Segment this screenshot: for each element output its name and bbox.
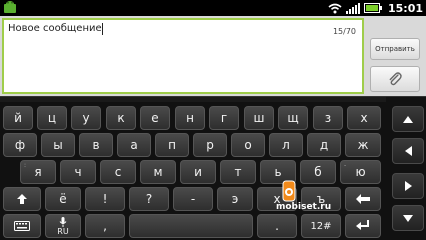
key[interactable]: ш (244, 106, 274, 130)
key[interactable]: и (180, 160, 216, 184)
key[interactable]: - (173, 187, 213, 211)
voice-input-key[interactable]: RU (45, 214, 81, 238)
period-key[interactable]: . (257, 214, 297, 238)
key[interactable]: х (347, 106, 381, 130)
character-counter: 15/70 (332, 27, 356, 36)
key[interactable]: в (79, 133, 113, 157)
symbols-key[interactable]: 12# (301, 214, 341, 238)
key[interactable]: а (117, 133, 151, 157)
key[interactable]: ц (37, 106, 67, 130)
key[interactable]: э (217, 187, 253, 211)
keyboard: й ц у к е н г ш щ з х ф ы в а п р о л д … (0, 96, 426, 240)
key[interactable]: ? (129, 187, 169, 211)
key[interactable]: з (313, 106, 343, 130)
key[interactable]: й (3, 106, 33, 130)
key[interactable]: о (231, 133, 265, 157)
shift-key[interactable] (3, 187, 41, 211)
key[interactable]: ё (45, 187, 81, 211)
shift-icon (17, 194, 27, 204)
paperclip-icon (389, 72, 402, 86)
key[interactable]: п (155, 133, 189, 157)
compose-area: Новое сообщение 15/70 Отправить (0, 16, 426, 96)
clock: 15:01 (387, 1, 423, 15)
arrow-up-icon (403, 115, 413, 123)
key[interactable]: л (269, 133, 303, 157)
key[interactable]: м (140, 160, 176, 184)
key[interactable]: ы (41, 133, 75, 157)
key[interactable]: д (307, 133, 341, 157)
message-input[interactable]: Новое сообщение 15/70 (2, 18, 364, 94)
key[interactable]: ч (60, 160, 96, 184)
key[interactable]: р (193, 133, 227, 157)
key[interactable]: н (175, 106, 205, 130)
status-bar: 15:01 (0, 0, 426, 16)
key-hint: - (344, 162, 347, 169)
enter-icon (356, 220, 369, 230)
attach-button[interactable] (370, 66, 420, 92)
keyboard-icon (14, 221, 30, 231)
battery-icon (363, 3, 382, 13)
arrow-left-key[interactable] (392, 138, 424, 164)
mobiset-logo-icon (282, 180, 296, 202)
key-label: я (34, 165, 42, 179)
watermark: mobiset.ru (276, 180, 366, 214)
enter-key[interactable] (345, 214, 381, 238)
keyboard-top-bar (0, 97, 386, 102)
text-cursor (102, 23, 103, 35)
wifi-icon (328, 3, 342, 13)
key[interactable]: ! (85, 187, 125, 211)
key[interactable]: к (106, 106, 136, 130)
arrow-left-icon (404, 146, 412, 156)
key-label: ю (355, 165, 366, 179)
arrow-down-icon (403, 214, 413, 222)
arrow-right-key[interactable] (392, 173, 424, 199)
key[interactable]: е (140, 106, 170, 130)
key[interactable]: с (100, 160, 136, 184)
comma-key[interactable]: , (85, 214, 125, 238)
key[interactable]: ф (3, 133, 37, 157)
key-hint: : (24, 162, 27, 169)
watermark-text: mobiset.ru (276, 202, 332, 212)
key[interactable]: г (209, 106, 239, 130)
language-label: RU (57, 226, 69, 236)
key[interactable]: у (71, 106, 101, 130)
space-key[interactable] (129, 214, 253, 238)
microphone-icon (59, 216, 67, 227)
key[interactable]: щ (278, 106, 308, 130)
key[interactable]: т (220, 160, 256, 184)
arrow-right-icon (404, 181, 412, 191)
arrow-down-key[interactable] (392, 205, 424, 231)
key[interactable]: ж (345, 133, 381, 157)
message-text: Новое сообщение (8, 23, 102, 34)
android-icon (4, 1, 16, 13)
signal-icon (345, 2, 360, 14)
send-button[interactable]: Отправить (370, 38, 420, 60)
key[interactable]: : я (20, 160, 56, 184)
keyboard-settings-key[interactable] (3, 214, 41, 238)
arrow-up-key[interactable] (392, 106, 424, 132)
